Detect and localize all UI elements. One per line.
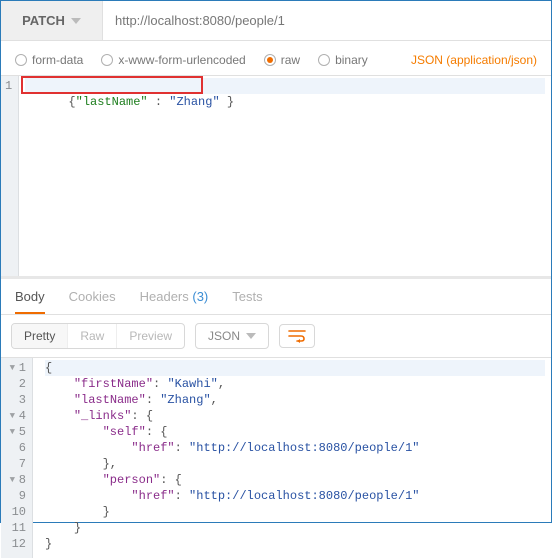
response-body-viewer[interactable]: ▼123▼4▼567▼89101112 { "firstName": "Kawh…: [1, 358, 551, 558]
body-type-raw[interactable]: raw: [264, 53, 300, 67]
view-pretty[interactable]: Pretty: [12, 324, 68, 348]
view-mode-group: Pretty Raw Preview: [11, 323, 185, 349]
code-line: {: [45, 360, 545, 376]
body-type-label: raw: [281, 53, 300, 67]
body-type-form-data[interactable]: form-data: [15, 53, 83, 67]
http-method-label: PATCH: [22, 13, 65, 28]
tab-body[interactable]: Body: [15, 289, 45, 314]
code-line: }: [45, 536, 545, 552]
code-line: }: [45, 520, 545, 536]
code-line: "firstName": "Kawhi",: [45, 376, 545, 392]
request-body-editor[interactable]: 1 {"lastName" : "Zhang" }: [1, 76, 551, 276]
radio-icon: [15, 54, 27, 66]
format-dropdown[interactable]: JSON: [195, 323, 269, 349]
line-wrap-button[interactable]: [279, 324, 315, 348]
content-type-dropdown[interactable]: JSON (application/json): [411, 53, 537, 67]
code-line: "self": {: [45, 424, 545, 440]
radio-icon: [101, 54, 113, 66]
chevron-down-icon: [246, 333, 256, 339]
code-line: "href": "http://localhost:8080/people/1": [45, 440, 545, 456]
code-line: },: [45, 456, 545, 472]
view-preview[interactable]: Preview: [117, 324, 184, 348]
code-line: "person": {: [45, 472, 545, 488]
body-type-label: form-data: [32, 53, 83, 67]
code-line: }: [45, 504, 545, 520]
code-line: "_links": {: [45, 408, 545, 424]
radio-icon: [318, 54, 330, 66]
tab-headers[interactable]: Headers (3): [140, 289, 209, 314]
body-type-label: x-www-form-urlencoded: [118, 53, 245, 67]
url-input[interactable]: [103, 1, 551, 40]
code-line: "lastName": "Zhang",: [45, 392, 545, 408]
tab-tests[interactable]: Tests: [232, 289, 262, 314]
radio-icon: [264, 54, 276, 66]
tab-cookies[interactable]: Cookies: [69, 289, 116, 314]
http-method-dropdown[interactable]: PATCH: [1, 1, 103, 40]
response-toolbar: Pretty Raw Preview JSON: [1, 315, 551, 358]
view-raw[interactable]: Raw: [68, 324, 117, 348]
chevron-down-icon: [71, 18, 81, 24]
response-tabs: Body Cookies Headers (3) Tests: [1, 276, 551, 315]
code-line: "href": "http://localhost:8080/people/1": [45, 488, 545, 504]
body-type-urlencoded[interactable]: x-www-form-urlencoded: [101, 53, 245, 67]
wrap-icon: [288, 329, 306, 343]
format-label: JSON: [208, 329, 240, 343]
body-type-binary[interactable]: binary: [318, 53, 368, 67]
body-type-row: form-data x-www-form-urlencoded raw bina…: [1, 41, 551, 76]
tab-headers-count: (3): [192, 289, 208, 304]
line-gutter: ▼123▼4▼567▼89101112: [1, 358, 33, 558]
code-line: {"lastName" : "Zhang" }: [25, 78, 545, 94]
body-type-label: binary: [335, 53, 368, 67]
line-gutter: 1: [1, 76, 19, 276]
tab-headers-label: Headers: [140, 289, 189, 304]
